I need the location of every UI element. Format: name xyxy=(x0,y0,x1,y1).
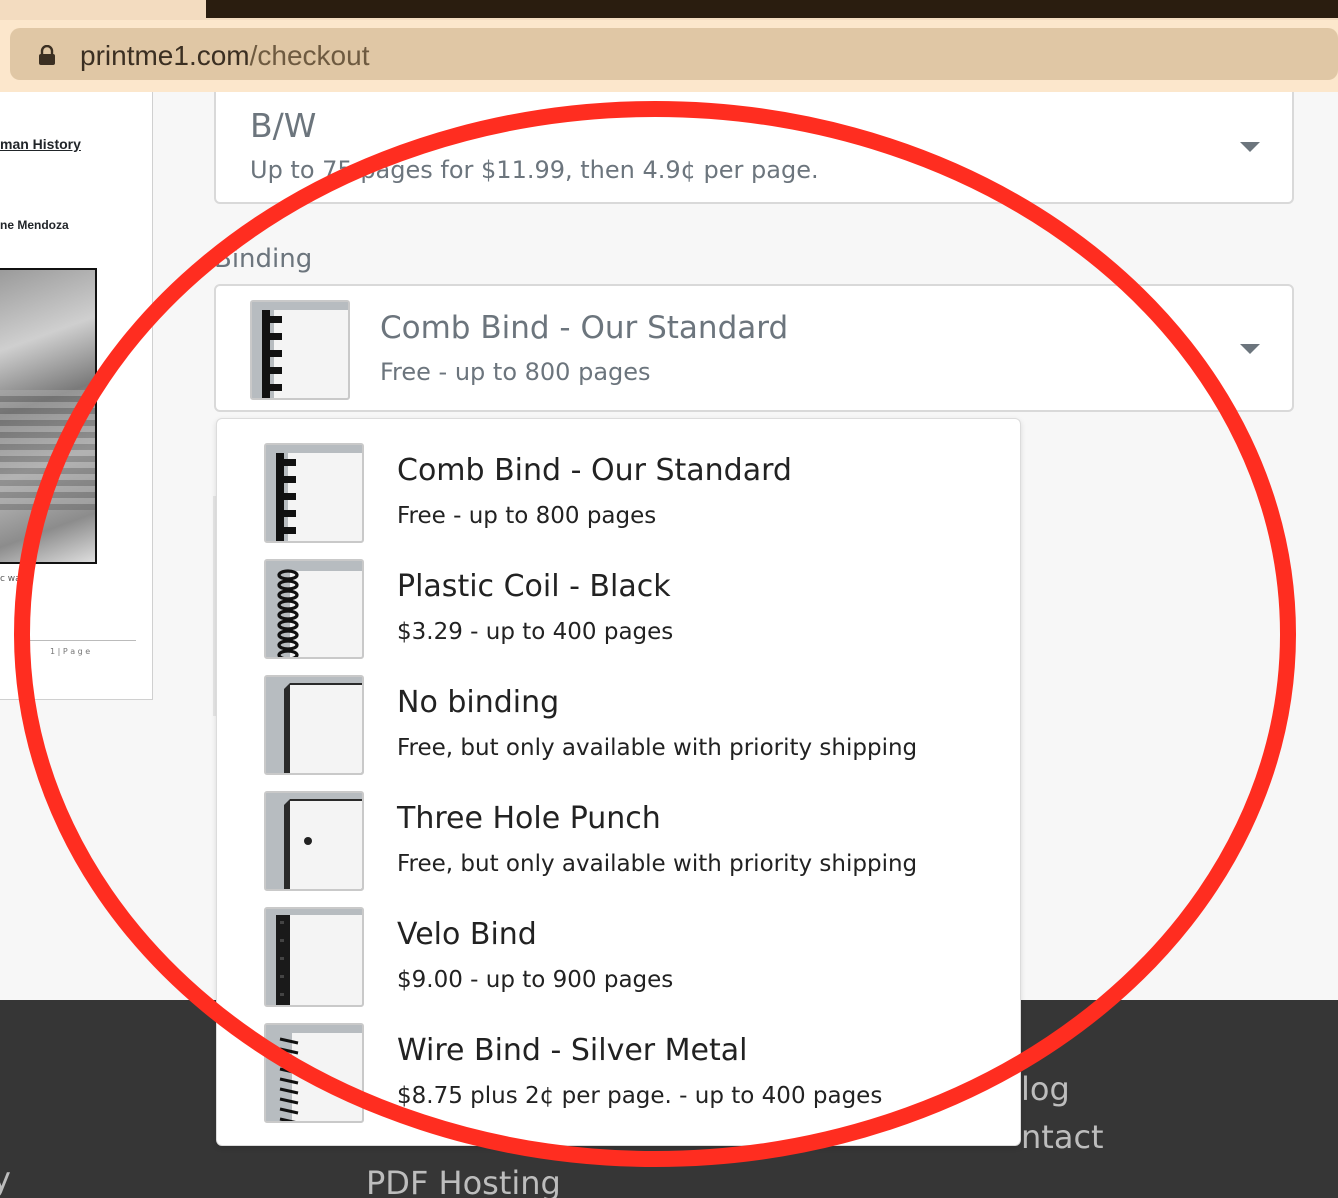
binding-option-name: Velo Bind xyxy=(397,917,537,952)
document-footer-line xyxy=(16,640,136,641)
lock-icon xyxy=(39,45,55,65)
binding-dropdown-menu: Comb Bind - Our Standard Free - up to 80… xyxy=(216,418,1021,1146)
color-select[interactable]: B/W Up to 75 pages for $11.99, then 4.9¢… xyxy=(214,92,1294,204)
plastic-coil-icon xyxy=(264,559,364,659)
no-binding-icon xyxy=(264,675,364,775)
binding-option-name: Comb Bind - Our Standard xyxy=(397,453,792,488)
url-path: /checkout xyxy=(249,40,370,71)
color-select-description: Up to 75 pages for $11.99, then 4.9¢ per… xyxy=(250,156,819,184)
binding-option-name: Plastic Coil - Black xyxy=(397,569,671,604)
url-host: printme1.com xyxy=(80,40,250,71)
footer-link-contact[interactable]: ntact xyxy=(1021,1118,1104,1156)
binding-option-comb[interactable]: Comb Bind - Our Standard Free - up to 80… xyxy=(217,419,1020,543)
url-text: printme1.com/checkout xyxy=(80,40,369,72)
document-page-number: 1 | P a g e xyxy=(50,647,91,656)
wire-bind-icon xyxy=(264,1023,364,1123)
document-photo xyxy=(0,268,97,564)
binding-option-sub: $3.29 - up to 400 pages xyxy=(397,619,674,645)
document-title: man History xyxy=(0,136,81,152)
binding-option-three-hole-punch[interactable]: Three Hole Punch Free, but only availabl… xyxy=(217,767,1020,891)
binding-option-velo-bind[interactable]: Velo Bind $9.00 - up to 900 pages xyxy=(217,883,1020,1007)
binding-option-sub: $8.75 plus 2¢ per page. - up to 400 page… xyxy=(397,1083,883,1109)
three-hole-punch-icon xyxy=(264,791,364,891)
velo-bind-icon xyxy=(264,907,364,1007)
footer-link-blog[interactable]: log xyxy=(1021,1070,1070,1108)
comb-bind-icon xyxy=(264,443,364,543)
document-caption: c wal xyxy=(0,574,24,584)
binding-option-name: Wire Bind - Silver Metal xyxy=(397,1033,748,1068)
browser-tab-strip xyxy=(0,0,1338,20)
binding-option-sub: Free, but only available with priority s… xyxy=(397,735,918,761)
binding-select[interactable]: Comb Bind - Our Standard Free - up to 80… xyxy=(214,284,1294,412)
document-author: ne Mendoza xyxy=(0,218,69,232)
binding-option-wire-bind[interactable]: Wire Bind - Silver Metal $8.75 plus 2¢ p… xyxy=(217,999,1020,1123)
binding-selected-sub: Free - up to 800 pages xyxy=(380,358,651,386)
binding-option-no-binding[interactable]: No binding Free, but only available with… xyxy=(217,651,1020,775)
binding-option-sub: $9.00 - up to 900 pages xyxy=(397,967,674,993)
address-bar[interactable]: printme1.com/checkout xyxy=(10,28,1338,80)
comb-bind-icon xyxy=(250,300,350,400)
binding-option-name: No binding xyxy=(397,685,560,720)
document-preview: man History ne Mendoza c wal 1 | P a g e xyxy=(0,92,153,700)
chevron-down-icon xyxy=(1240,142,1260,152)
footer-link-pdf-hosting[interactable]: PDF Hosting xyxy=(366,1164,561,1198)
color-select-value: B/W xyxy=(250,106,317,145)
browser-toolbar: printme1.com/checkout xyxy=(0,20,1338,92)
tab-strip-dark xyxy=(206,0,1338,18)
binding-option-name: Three Hole Punch xyxy=(397,801,661,836)
binding-option-sub: Free - up to 800 pages xyxy=(397,503,657,529)
footer-link[interactable]: y xyxy=(0,1160,11,1198)
binding-label: Binding xyxy=(214,244,313,274)
binding-option-sub: Free, but only available with priority s… xyxy=(397,851,918,877)
binding-selected-name: Comb Bind - Our Standard xyxy=(380,310,789,346)
chevron-down-icon xyxy=(1240,344,1260,354)
binding-option-plastic-coil[interactable]: Plastic Coil - Black $3.29 - up to 400 p… xyxy=(217,535,1020,659)
